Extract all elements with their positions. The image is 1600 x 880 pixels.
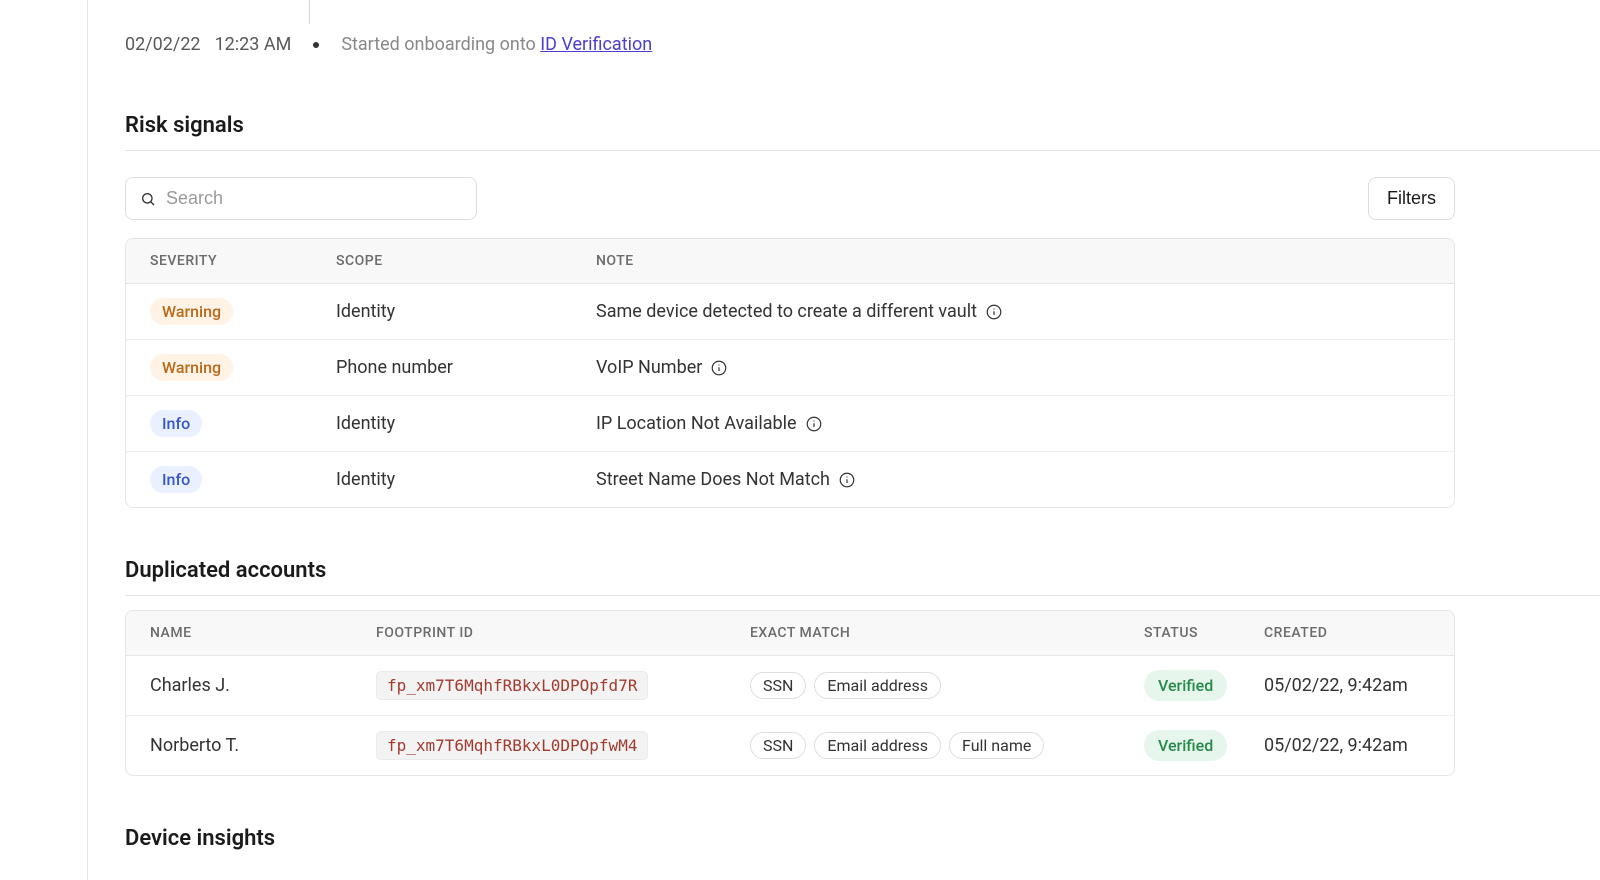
info-icon[interactable] [985, 303, 1003, 321]
severity-badge: Info [150, 410, 202, 437]
scope-cell: Phone number [336, 357, 596, 378]
scope-cell: Identity [336, 469, 596, 490]
info-icon[interactable] [838, 471, 856, 489]
search-input-wrap[interactable] [125, 177, 477, 220]
sidebar-divider [87, 0, 88, 880]
footprint-id[interactable]: fp_xm7T6MqhfRBkxL0DPOpfd7R [376, 671, 648, 700]
risk-signals-table: SEVERITY SCOPE NOTE Warning Identity Sam… [125, 238, 1455, 508]
dup-match-cell: SSN Email address [750, 672, 1144, 699]
col-note: NOTE [596, 253, 1430, 269]
risk-row[interactable]: Info Identity Street Name Does Not Match [126, 452, 1454, 507]
search-icon [140, 191, 156, 207]
risk-signals-title: Risk signals [125, 113, 1600, 138]
col-match: EXACT MATCH [750, 625, 1144, 641]
note-text: VoIP Number [596, 357, 702, 378]
status-badge: Verified [1144, 730, 1227, 761]
dup-table-header: NAME FOOTPRINT ID EXACT MATCH STATUS CRE… [126, 611, 1454, 656]
scope-cell: Identity [336, 301, 596, 322]
col-fp: FOOTPRINT ID [376, 625, 750, 641]
col-name: NAME [150, 625, 376, 641]
dup-name: Charles J. [150, 675, 376, 696]
note-text: Street Name Does Not Match [596, 469, 830, 490]
section-divider [125, 150, 1600, 151]
col-severity: SEVERITY [150, 253, 336, 269]
match-pill: Email address [814, 732, 941, 759]
info-icon[interactable] [710, 359, 728, 377]
col-scope: SCOPE [336, 253, 596, 269]
risk-row[interactable]: Warning Identity Same device detected to… [126, 284, 1454, 340]
dup-name: Norberto T. [150, 735, 376, 756]
dup-created: 05/02/22, 9:42am [1264, 675, 1430, 696]
timeline-prefix: Started onboarding onto [341, 34, 540, 55]
dup-row[interactable]: Norberto T. fp_xm7T6MqhfRBkxL0DPOpfwM4 S… [126, 716, 1454, 775]
timeline-date: 02/02/22 [125, 34, 201, 55]
footprint-id[interactable]: fp_xm7T6MqhfRBkxL0DPOpfwM4 [376, 731, 648, 760]
severity-badge: Warning [150, 354, 233, 381]
risk-row[interactable]: Info Identity IP Location Not Available [126, 396, 1454, 452]
match-pill: SSN [750, 672, 806, 699]
dup-match-cell: SSN Email address Full name [750, 732, 1144, 759]
duplicated-accounts-title: Duplicated accounts [125, 558, 1600, 583]
timeline-dot-icon [313, 42, 319, 48]
match-pill: SSN [750, 732, 806, 759]
risk-row[interactable]: Warning Phone number VoIP Number [126, 340, 1454, 396]
severity-badge: Info [150, 466, 202, 493]
search-input[interactable] [166, 188, 462, 209]
timeline-time: 12:23 AM [215, 34, 292, 55]
dup-created: 05/02/22, 9:42am [1264, 735, 1430, 756]
note-text: IP Location Not Available [596, 413, 797, 434]
dup-accounts-table: NAME FOOTPRINT ID EXACT MATCH STATUS CRE… [125, 610, 1455, 776]
section-divider [125, 595, 1600, 596]
device-insights-title: Device insights [125, 826, 1600, 851]
filters-button[interactable]: Filters [1368, 177, 1455, 220]
match-pill: Email address [814, 672, 941, 699]
status-badge: Verified [1144, 670, 1227, 701]
col-created: CREATED [1264, 625, 1430, 641]
risk-table-header: SEVERITY SCOPE NOTE [126, 239, 1454, 284]
note-text: Same device detected to create a differe… [596, 301, 977, 322]
col-status: STATUS [1144, 625, 1264, 641]
scope-cell: Identity [336, 413, 596, 434]
timeline-text: Started onboarding onto ID Verification [341, 34, 652, 55]
info-icon[interactable] [805, 415, 823, 433]
timeline-connector [309, 0, 310, 24]
match-pill: Full name [949, 732, 1044, 759]
id-verification-link[interactable]: ID Verification [540, 34, 652, 55]
timeline-entry: 02/02/22 12:23 AM Started onboarding ont… [125, 34, 1600, 55]
severity-badge: Warning [150, 298, 233, 325]
dup-row[interactable]: Charles J. fp_xm7T6MqhfRBkxL0DPOpfd7R SS… [126, 656, 1454, 716]
